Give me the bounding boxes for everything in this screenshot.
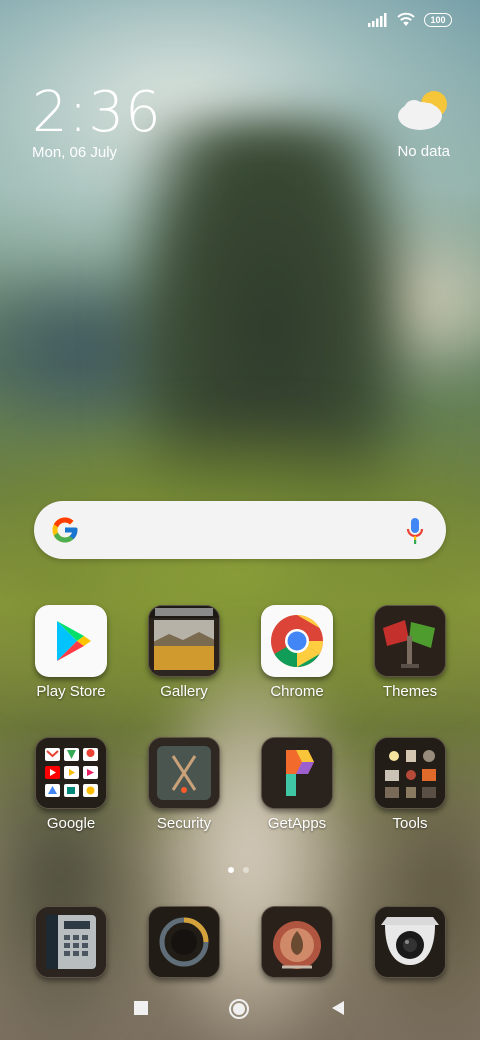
app-label: Tools (392, 815, 428, 832)
app-label: Play Store (36, 683, 106, 700)
app-label: Gallery (160, 683, 208, 700)
themes-flags-icon (375, 606, 445, 676)
back-triangle-icon[interactable] (330, 1000, 346, 1016)
battery-indicator: 100 (424, 12, 452, 27)
home-circle-icon[interactable] (228, 998, 250, 1020)
chrome-icon (271, 615, 323, 667)
app-label: Themes (382, 683, 438, 700)
app-play-store[interactable]: Play Store (21, 605, 121, 700)
dock-browser[interactable] (360, 906, 460, 978)
clock-time[interactable]: 2:36 (32, 80, 162, 145)
app-tools-folder[interactable]: Tools (360, 737, 460, 832)
signal-icon (368, 12, 387, 27)
dock-phone[interactable] (21, 906, 121, 978)
gallery-icon (149, 606, 219, 676)
app-chrome[interactable]: Chrome (247, 605, 347, 700)
app-gallery[interactable]: Gallery (134, 605, 234, 700)
page-dot (243, 867, 249, 873)
app-themes[interactable]: Themes (360, 605, 460, 700)
getapps-icon (262, 738, 332, 808)
messaging-icon (149, 907, 219, 977)
security-icon (149, 738, 219, 808)
navigation-bar (0, 990, 480, 1034)
google-g-icon[interactable] (50, 515, 80, 545)
dock-messaging[interactable] (134, 906, 234, 978)
play-store-icon (57, 621, 91, 661)
dock-camera[interactable] (247, 906, 347, 978)
partly-cloudy-icon[interactable] (396, 86, 452, 134)
weather-status[interactable]: No data (397, 143, 450, 160)
app-security[interactable]: Security (134, 737, 234, 832)
recents-square-icon[interactable] (133, 1000, 149, 1016)
clock-date[interactable]: Mon, 06 July (32, 144, 117, 161)
google-folder-icon (36, 738, 106, 808)
google-search-bar[interactable] (34, 501, 446, 559)
app-label: GetApps (267, 815, 327, 832)
wifi-icon (397, 12, 415, 26)
phone-icon (36, 907, 106, 977)
app-google-folder[interactable]: Google (21, 737, 121, 832)
microphone-icon[interactable] (406, 517, 424, 545)
app-getapps[interactable]: GetApps (247, 737, 347, 832)
app-label: Google (46, 815, 96, 832)
app-label: Chrome (270, 683, 324, 700)
app-label: Security (156, 815, 212, 832)
page-dot-active (228, 867, 234, 873)
page-indicator (228, 867, 249, 873)
camera-icon (262, 907, 332, 977)
webcam-browser-icon (375, 907, 445, 977)
status-bar: 100 (368, 12, 452, 27)
tools-folder-icon (375, 738, 445, 808)
